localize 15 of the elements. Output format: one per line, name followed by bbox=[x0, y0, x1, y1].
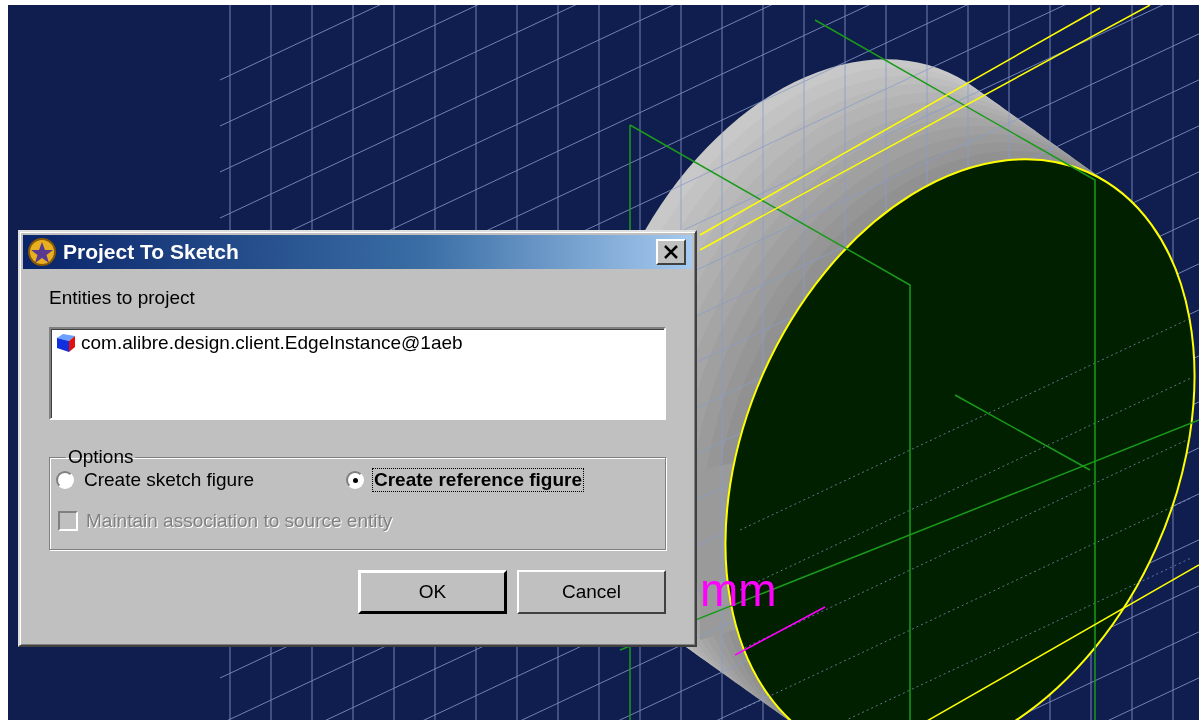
radio-button[interactable] bbox=[56, 471, 74, 489]
close-icon bbox=[663, 245, 679, 259]
entities-label: Entities to project bbox=[49, 287, 196, 309]
star-logo-icon bbox=[27, 237, 57, 267]
radio-button[interactable] bbox=[346, 471, 364, 489]
options-legend: Options bbox=[66, 446, 136, 468]
entity-item[interactable]: com.alibre.design.client.EdgeInstance@1aeb bbox=[81, 332, 463, 354]
close-button[interactable] bbox=[656, 239, 686, 265]
dialog-title: Project To Sketch bbox=[63, 240, 240, 264]
radio-label[interactable]: Create sketch figure bbox=[82, 468, 257, 492]
ok-button[interactable]: OK bbox=[358, 570, 507, 614]
cancel-button[interactable]: Cancel bbox=[517, 570, 666, 614]
radio-label[interactable]: Create reference figure bbox=[372, 468, 585, 492]
cube-icon bbox=[55, 332, 77, 354]
entities-list[interactable]: com.alibre.design.client.EdgeInstance@1aeb bbox=[49, 327, 666, 420]
